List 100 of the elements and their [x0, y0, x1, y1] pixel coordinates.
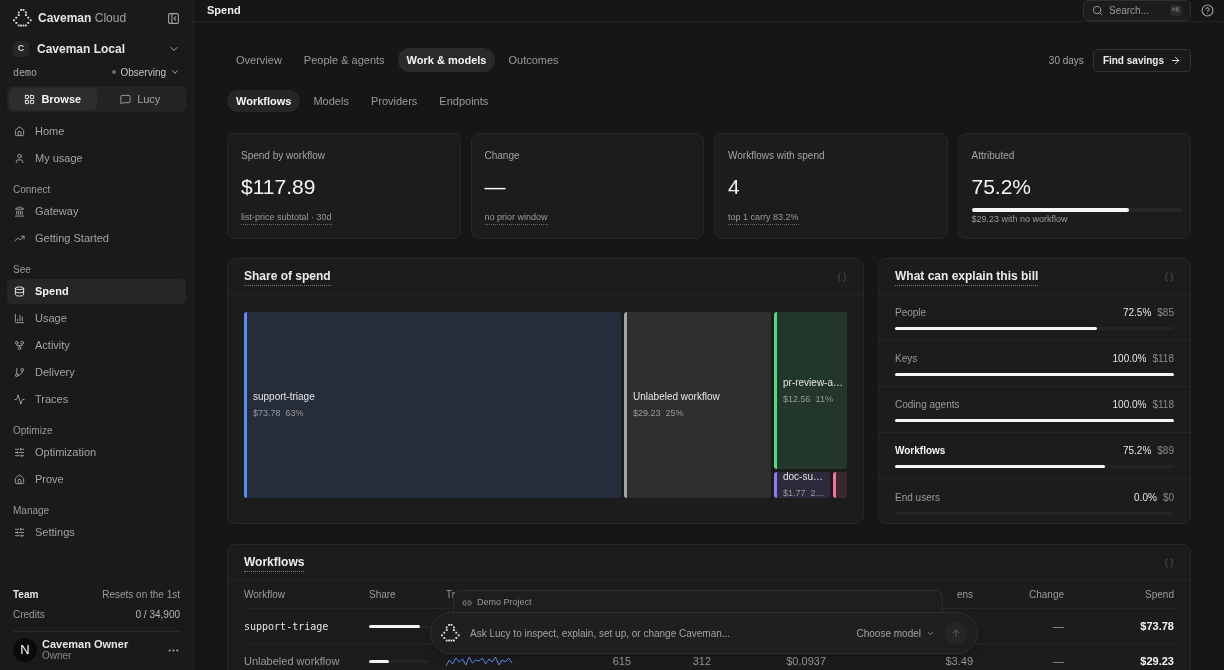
- treemap-tile[interactable]: [833, 472, 847, 498]
- database-icon: [14, 286, 25, 297]
- lucy-input[interactable]: Ask Lucy to inspect, explain, set up, or change Caveman...: [470, 625, 847, 641]
- mode-tab[interactable]: Lucy: [96, 88, 184, 110]
- subtab[interactable]: Workflows: [227, 90, 301, 112]
- nav-item[interactable]: Settings: [7, 520, 186, 545]
- date-range: 30 days: [1048, 53, 1084, 68]
- nav-item[interactable]: Optimization: [7, 440, 186, 465]
- brand-name: Caveman Cloud: [38, 10, 127, 27]
- section-heading: Connect: [12, 182, 52, 197]
- bar-chart-icon: [14, 313, 25, 324]
- stat-value: $117.89: [241, 174, 317, 200]
- tile-value: $1.77 2…: [783, 487, 825, 498]
- stat-note: no prior window: [484, 210, 548, 225]
- column-header: Change: [1027, 588, 1064, 602]
- column-header: ens: [955, 588, 973, 602]
- nav-item[interactable]: My usage: [7, 146, 186, 171]
- explain-row[interactable]: Keys 100.0% $118: [879, 341, 1190, 387]
- explain-amount: $85: [1157, 306, 1174, 320]
- model-dropdown[interactable]: Choose model: [856, 625, 935, 641]
- explain-label: People: [895, 306, 927, 320]
- subtab[interactable]: Providers: [361, 90, 427, 112]
- workflow-name[interactable]: Unlabeled workflow: [244, 652, 369, 670]
- workflow-name[interactable]: support-triage: [244, 618, 369, 634]
- explain-label: Coding agents: [895, 398, 960, 412]
- explain-percent: 0.0%: [1134, 490, 1157, 505]
- stat-label: Change: [484, 149, 521, 163]
- section-heading: Optimize: [12, 423, 54, 438]
- explain-percent: 72.5%: [1122, 306, 1152, 320]
- stat-value: —: [484, 174, 507, 200]
- card-title: What can explain this bill: [895, 267, 1039, 286]
- find-savings-button[interactable]: Find savings: [1092, 48, 1191, 72]
- table-cell-text: $73.78: [1139, 618, 1174, 634]
- explain-amount: $118: [1152, 352, 1174, 366]
- stat-value: 75.2%: [971, 174, 1033, 200]
- tab[interactable]: People & agents: [294, 48, 394, 72]
- home-icon: [14, 126, 25, 137]
- explain-row[interactable]: Workflows 75.2% $89: [879, 433, 1190, 479]
- explain-row[interactable]: End users 0.0% $0: [879, 479, 1190, 525]
- explain-percent: 100.0%: [1112, 352, 1147, 366]
- subtab[interactable]: Models: [304, 90, 358, 112]
- stat-label: Attributed: [971, 149, 1016, 163]
- explain-row[interactable]: Coding agents 100.0% $118: [879, 387, 1190, 433]
- workspace-switcher[interactable]: C Caveman Local: [7, 39, 186, 59]
- treemap-tile[interactable]: pr-review-a… $12.56 11%: [774, 312, 847, 469]
- grid-icon: [24, 93, 36, 105]
- arrow-up-icon: [951, 628, 961, 638]
- nav-item[interactable]: Gateway: [7, 199, 186, 224]
- table-cell-text: 615: [611, 653, 631, 669]
- explain-label: Keys: [895, 352, 918, 366]
- stat-value: 4: [728, 174, 741, 200]
- stat-note: $29.23 with no workflow: [971, 212, 1068, 226]
- card-title: Share of spend: [244, 267, 331, 286]
- table-cell-text: $29.23: [1139, 653, 1174, 669]
- tile-value: $73.78 63%: [253, 407, 305, 421]
- section-heading: See: [12, 262, 32, 277]
- status-dropdown[interactable]: Observing: [112, 64, 180, 80]
- credits-value: 0 / 34,900: [135, 608, 180, 622]
- nav-item[interactable]: Spend: [7, 279, 186, 304]
- nav-item[interactable]: Delivery: [7, 360, 186, 385]
- trend-line-icon: [14, 233, 25, 244]
- environment-label: demo: [13, 65, 38, 80]
- link-icon: [462, 597, 472, 608]
- tab[interactable]: Outcomes: [499, 48, 568, 72]
- nav-item[interactable]: Usage: [7, 306, 186, 331]
- arrow-right-icon: [1170, 54, 1181, 66]
- nav-item[interactable]: Getting Started: [7, 226, 186, 251]
- section-heading: Manage: [12, 503, 51, 518]
- explain-percent: 75.2%: [1122, 444, 1152, 458]
- explain-label: Workflows: [895, 444, 946, 458]
- help-icon[interactable]: [1201, 4, 1214, 17]
- explain-label: End users: [895, 490, 941, 505]
- nav-item[interactable]: Prove: [7, 467, 186, 492]
- tab[interactable]: Overview: [227, 48, 291, 72]
- logo-icon: [13, 9, 32, 27]
- treemap-tile[interactable]: support-triage $73.78 63%: [244, 312, 621, 498]
- mode-tab[interactable]: Browse: [9, 88, 97, 110]
- nav-item[interactable]: Activity: [7, 333, 186, 358]
- search-input[interactable]: Search...: [1109, 3, 1164, 18]
- table-cell-text: —: [1052, 653, 1064, 669]
- nav-item[interactable]: Home: [7, 119, 186, 144]
- user-role: Owner: [42, 650, 73, 662]
- tab[interactable]: Work & models: [397, 48, 496, 72]
- tile-name: pr-review-a…: [783, 376, 843, 390]
- subtab[interactable]: Endpoints: [430, 90, 498, 112]
- sliders-icon: [14, 527, 25, 538]
- stat-label: Spend by workflow: [241, 149, 326, 163]
- explain-row[interactable]: People 72.5% $85: [879, 295, 1190, 341]
- user-name: Caveman Owner: [42, 638, 130, 650]
- nav-item[interactable]: Traces: [7, 387, 186, 412]
- treemap-tile[interactable]: doc-su… $1.77 2…: [774, 472, 830, 498]
- explain-amount: $118: [1152, 398, 1174, 412]
- page-title: Spend: [207, 3, 241, 19]
- tile-value: $29.23 25%: [633, 407, 685, 421]
- collapse-sidebar-icon[interactable]: [167, 11, 180, 25]
- treemap-tile[interactable]: Unlabeled workflow $29.23 25%: [624, 312, 771, 498]
- team-label: Team: [13, 588, 39, 602]
- house-icon: [14, 474, 25, 485]
- card-title: Workflows: [244, 553, 305, 572]
- bank-icon: [14, 206, 25, 217]
